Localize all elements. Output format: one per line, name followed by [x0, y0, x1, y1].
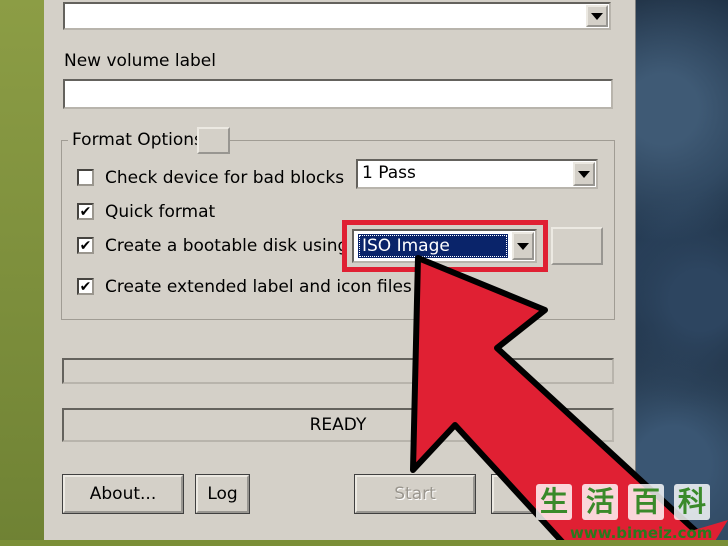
format-options-title: Format Options: [68, 130, 207, 150]
bootable-label: Create a bootable disk using: [105, 236, 349, 256]
extended-label-checkbox[interactable]: ✔: [77, 278, 94, 295]
check-bad-blocks-label: Check device for bad blocks: [105, 168, 345, 188]
file-system-dropdown[interactable]: [63, 2, 611, 30]
chevron-down-icon: [578, 170, 590, 178]
background-right: [636, 0, 728, 546]
boot-source-value: ISO Image: [358, 234, 508, 258]
chevron-down-icon: [517, 242, 529, 250]
passes-value: 1 Pass: [362, 163, 416, 183]
chevron-down-icon: [591, 12, 603, 20]
checkmark-icon: ✔: [79, 237, 92, 254]
background-left: [0, 0, 44, 546]
checkmark-icon: ✔: [79, 278, 92, 295]
start-button[interactable]: Start: [354, 474, 476, 514]
quick-format-label: Quick format: [105, 202, 216, 222]
extended-label-label: Create extended label and icon files: [105, 277, 412, 297]
dropdown-button[interactable]: [586, 5, 608, 27]
progress-bar: [62, 358, 614, 384]
watermark-char: 科: [674, 484, 710, 520]
select-image-button[interactable]: [551, 227, 603, 265]
watermark-char: 生: [536, 484, 572, 520]
bottom-strip: [0, 540, 728, 546]
passes-dropdown[interactable]: 1 Pass: [356, 159, 598, 189]
bootable-checkbox[interactable]: ✔: [77, 237, 94, 254]
format-options-toggle-button[interactable]: [197, 127, 230, 154]
boot-source-dropdown-button[interactable]: [512, 232, 534, 260]
watermark-char: 百: [628, 484, 664, 520]
watermark-char: 活: [582, 484, 618, 520]
quick-format-checkbox[interactable]: ✔: [77, 203, 94, 220]
passes-dropdown-button[interactable]: [573, 162, 595, 186]
boot-source-dropdown[interactable]: ISO Image: [352, 229, 537, 263]
volume-label-input[interactable]: [63, 79, 613, 109]
watermark: 生 活 百 科 www.bimeiz.com: [530, 482, 728, 544]
log-button[interactable]: Log: [195, 474, 250, 514]
checkmark-icon: ✔: [79, 203, 92, 220]
check-bad-blocks-checkbox[interactable]: [77, 169, 94, 186]
about-button[interactable]: About...: [62, 474, 184, 514]
status-text: READY: [309, 415, 367, 435]
volume-label-caption: New volume label: [64, 51, 216, 71]
status-bar: READY: [62, 408, 614, 442]
